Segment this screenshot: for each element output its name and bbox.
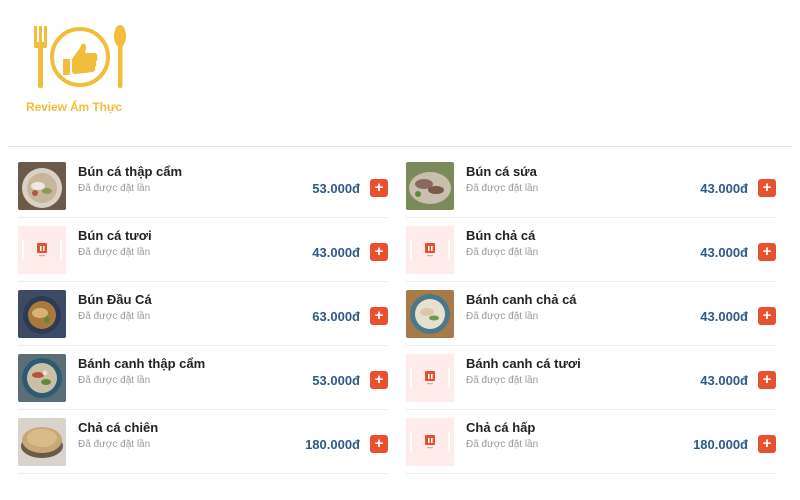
fish-head-photo	[18, 290, 66, 338]
item-name: Bánh canh thập cẩm	[78, 356, 206, 371]
item-name: Chả cá hấp	[466, 420, 536, 435]
item-price: 43.000đ	[700, 309, 748, 324]
add-to-cart-button[interactable]: +	[758, 371, 776, 389]
item-price: 53.000đ	[312, 181, 360, 196]
placeholder-store-icon	[406, 418, 454, 466]
logo-text: Review Ẩm Thực	[26, 100, 122, 114]
fish-soup-photo	[18, 162, 66, 210]
item-name: Bún Đầu Cá	[78, 292, 152, 307]
item-price: 180.000đ	[693, 437, 748, 452]
order-count: Đã được đặt lần	[466, 183, 539, 194]
order-count: Đã được đặt lần	[466, 375, 539, 386]
add-to-cart-button[interactable]: +	[370, 243, 388, 261]
add-to-cart-button[interactable]: +	[370, 435, 388, 453]
item-price: 43.000đ	[700, 373, 748, 388]
menu-item[interactable]: Bún cá thập cẩm Đã được đặt lần 53.000đ …	[18, 154, 388, 218]
menu-item[interactable]: Bánh canh thập cẩm Đã được đặt lần 53.00…	[18, 346, 388, 410]
order-count: Đã được đặt lần	[466, 439, 539, 450]
site-logo[interactable]: Review Ẩm Thực	[24, 18, 134, 118]
item-name: Chả cá chiên	[78, 420, 159, 435]
item-name: Bánh canh cá tươi	[466, 356, 581, 371]
add-to-cart-button[interactable]: +	[370, 179, 388, 197]
menu-item[interactable]: Bún cá sứa Đã được đặt lần 43.000đ +	[406, 154, 776, 218]
order-count: Đã được đặt lần	[466, 247, 539, 258]
menu-item[interactable]: Bánh canh chả cá Đã được đặt lần 43.000đ…	[406, 282, 776, 346]
item-name: Bún cá tươi	[78, 228, 152, 243]
order-count: Đã được đặt lần	[78, 375, 151, 386]
order-count: Đã được đặt lần	[78, 439, 151, 450]
menu-item[interactable]: Chả cá hấp Đã được đặt lần 180.000đ +	[406, 410, 776, 474]
header-divider	[8, 146, 792, 147]
item-price: 43.000đ	[700, 245, 748, 260]
menu-item[interactable]: Bánh canh cá tươi Đã được đặt lần 43.000…	[406, 346, 776, 410]
order-count: Đã được đặt lần	[78, 247, 151, 258]
menu-item[interactable]: Chả cá chiên Đã được đặt lần 180.000đ +	[18, 410, 388, 474]
order-count: Đã được đặt lần	[466, 311, 539, 322]
item-price: 63.000đ	[312, 309, 360, 324]
add-to-cart-button[interactable]: +	[758, 243, 776, 261]
add-to-cart-button[interactable]: +	[758, 307, 776, 325]
placeholder-store-icon	[406, 354, 454, 402]
item-name: Bánh canh chả cá	[466, 292, 577, 307]
menu-column-right: Bún cá sứa Đã được đặt lần 43.000đ + Bún…	[406, 154, 776, 474]
item-name: Bún cá thập cẩm	[78, 164, 183, 179]
menu-item[interactable]: Bún chả cá Đã được đặt lần 43.000đ +	[406, 218, 776, 282]
item-price: 43.000đ	[700, 181, 748, 196]
item-price: 53.000đ	[312, 373, 360, 388]
jellyfish-photo	[406, 162, 454, 210]
add-to-cart-button[interactable]: +	[370, 307, 388, 325]
fried-fishcake-photo	[18, 418, 66, 466]
noodle-bowl-photo	[18, 354, 66, 402]
menu-item[interactable]: Bún cá tươi Đã được đặt lần 43.000đ +	[18, 218, 388, 282]
add-to-cart-button[interactable]: +	[758, 179, 776, 197]
order-count: Đã được đặt lần	[78, 183, 151, 194]
add-to-cart-button[interactable]: +	[758, 435, 776, 453]
order-count: Đã được đặt lần	[78, 311, 151, 322]
placeholder-store-icon	[18, 226, 66, 274]
item-name: Bún cá sứa	[466, 164, 537, 179]
thumbs-up-plate-icon	[34, 25, 126, 88]
menu-column-left: Bún cá thập cẩm Đã được đặt lần 53.000đ …	[18, 154, 388, 474]
item-price: 43.000đ	[312, 245, 360, 260]
item-price: 180.000đ	[305, 437, 360, 452]
menu-item[interactable]: Bún Đầu Cá Đã được đặt lần 63.000đ +	[18, 282, 388, 346]
placeholder-store-icon	[406, 226, 454, 274]
add-to-cart-button[interactable]: +	[370, 371, 388, 389]
item-name: Bún chả cá	[466, 228, 536, 243]
fishcake-soup-photo	[406, 290, 454, 338]
